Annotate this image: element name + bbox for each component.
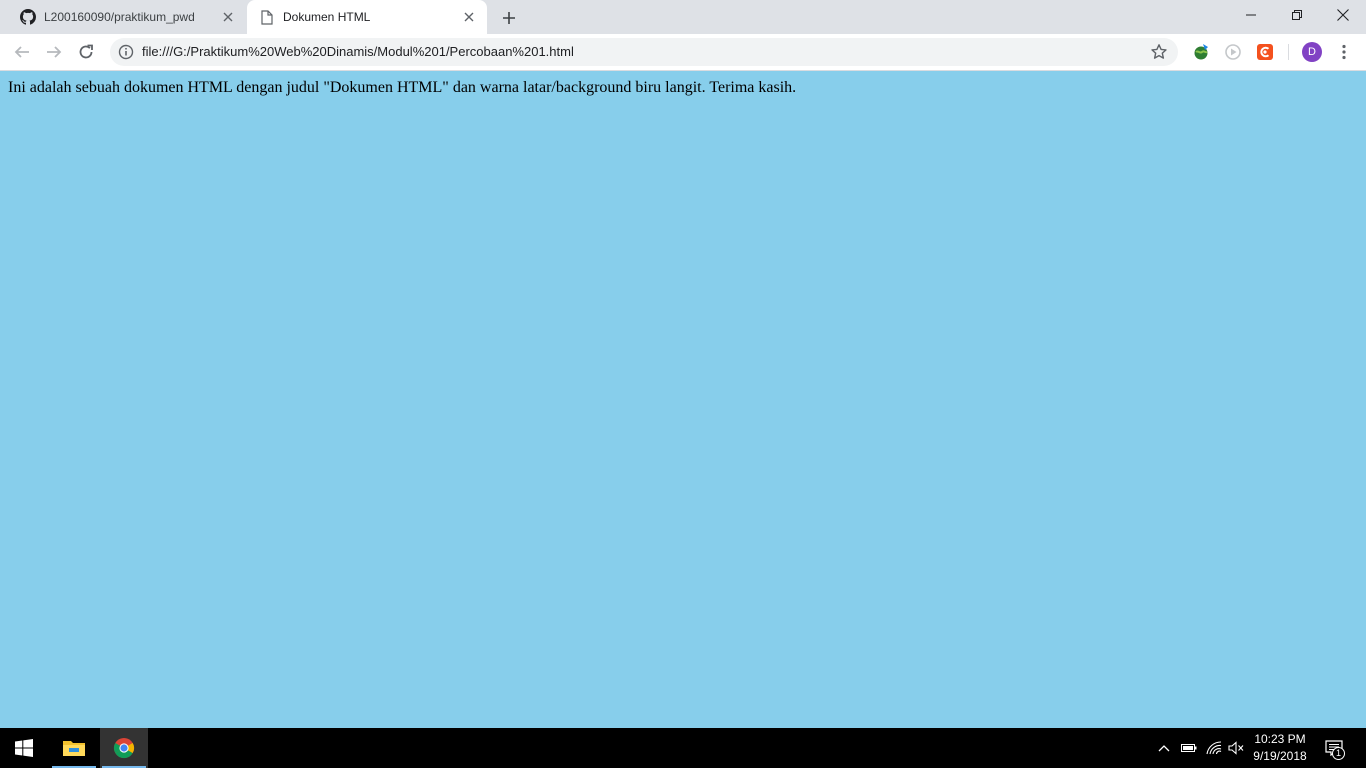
document-icon xyxy=(259,9,275,25)
minimize-button[interactable] xyxy=(1228,0,1274,30)
github-icon xyxy=(20,9,36,25)
more-vertical-icon xyxy=(1342,44,1346,60)
start-button[interactable] xyxy=(0,728,48,768)
browser-toolbar: file:///G:/Praktikum%20Web%20Dinamis/Mod… xyxy=(0,34,1366,71)
menu-button[interactable] xyxy=(1332,40,1356,64)
close-icon xyxy=(1337,9,1349,21)
restore-button[interactable] xyxy=(1274,0,1320,30)
profile-avatar[interactable]: D xyxy=(1302,42,1322,62)
new-tab-button[interactable] xyxy=(498,7,520,29)
forward-button[interactable] xyxy=(42,40,66,64)
close-tab-icon[interactable] xyxy=(218,7,238,27)
volume-muted-icon xyxy=(1228,741,1244,755)
extension-globe-icon[interactable] xyxy=(1192,43,1210,61)
extension-play-icon[interactable] xyxy=(1224,43,1242,61)
url-text[interactable]: file:///G:/Praktikum%20Web%20Dinamis/Mod… xyxy=(142,38,574,66)
taskbar: 10:23 PM 9/19/2018 1 xyxy=(0,728,1366,768)
back-button[interactable] xyxy=(10,40,34,64)
plus-icon xyxy=(503,12,515,24)
chevron-up-icon xyxy=(1158,745,1170,752)
tab-strip: L200160090/praktikum_pwd Dokumen HTML xyxy=(0,0,1366,34)
restore-icon xyxy=(1292,10,1302,20)
show-hidden-icons-button[interactable] xyxy=(1156,728,1172,768)
reload-icon xyxy=(79,44,93,59)
star-icon[interactable] xyxy=(1150,43,1168,61)
network-button[interactable] xyxy=(1205,728,1223,768)
address-bar[interactable]: file:///G:/Praktikum%20Web%20Dinamis/Mod… xyxy=(110,38,1178,66)
page-content: Ini adalah sebuah dokumen HTML dengan ju… xyxy=(0,71,1366,728)
taskbar-clock[interactable]: 10:23 PM 9/19/2018 xyxy=(1244,731,1316,765)
battery-icon xyxy=(1181,744,1197,752)
info-icon[interactable] xyxy=(118,44,134,60)
arrow-left-icon xyxy=(14,46,29,58)
volume-button[interactable] xyxy=(1227,728,1245,768)
battery-button[interactable] xyxy=(1180,728,1198,768)
folder-icon xyxy=(63,741,85,756)
clock-time: 10:23 PM xyxy=(1254,732,1306,746)
taskbar-file-explorer[interactable] xyxy=(50,728,98,768)
extension-orange-icon[interactable] xyxy=(1256,43,1274,61)
arrow-right-icon xyxy=(47,46,62,58)
tab-title: Dokumen HTML xyxy=(283,10,371,24)
clock-date: 9/19/2018 xyxy=(1253,749,1307,763)
tab-github[interactable]: L200160090/praktikum_pwd xyxy=(8,0,246,34)
page-text: Ini adalah sebuah dokumen HTML dengan ju… xyxy=(8,79,797,96)
windows-icon xyxy=(15,739,33,757)
reload-button[interactable] xyxy=(74,40,98,64)
toolbar-separator xyxy=(1288,44,1289,60)
tab-dokumen-html[interactable]: Dokumen HTML xyxy=(247,0,487,34)
action-center-button[interactable]: 1 xyxy=(1322,728,1346,768)
minimize-icon xyxy=(1246,14,1256,16)
close-window-button[interactable] xyxy=(1320,0,1366,30)
taskbar-chrome[interactable] xyxy=(100,728,148,768)
close-tab-icon[interactable] xyxy=(459,7,479,27)
chrome-icon xyxy=(113,738,135,759)
wifi-icon xyxy=(1206,741,1222,755)
tab-title: L200160090/praktikum_pwd xyxy=(44,10,195,24)
notification-count: 1 xyxy=(1332,747,1345,760)
